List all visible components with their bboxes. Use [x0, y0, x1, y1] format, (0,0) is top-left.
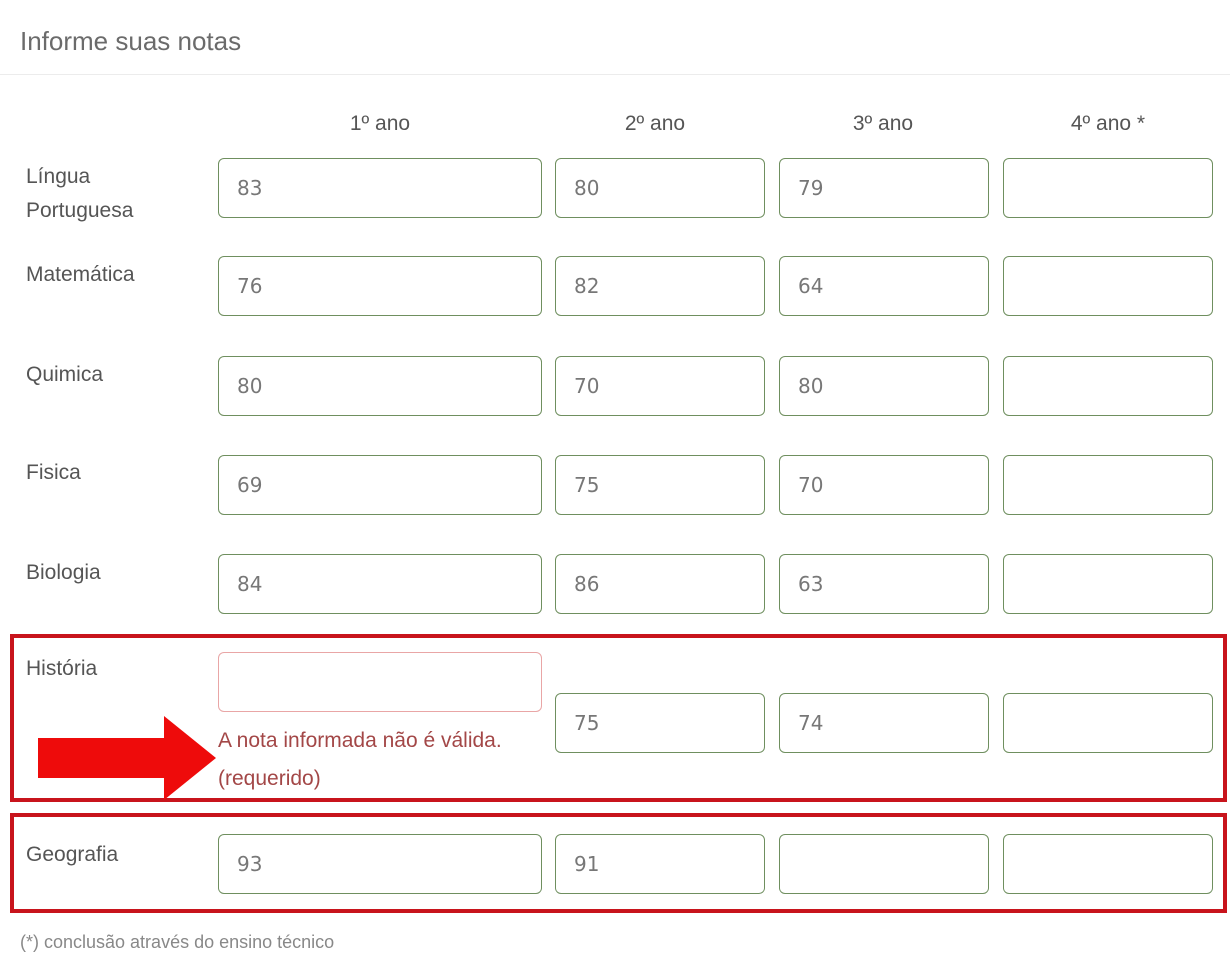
- grade-input-matematica-2[interactable]: [555, 256, 765, 316]
- header-divider: [0, 74, 1230, 75]
- grade-input-quimica-1[interactable]: [218, 356, 542, 416]
- subject-label-line: Língua: [26, 165, 91, 188]
- grade-input-fisica-4[interactable]: [1003, 455, 1213, 515]
- subject-label-line: Biologia: [26, 561, 101, 584]
- subject-label-quimica: Quimica: [26, 358, 103, 392]
- column-header-2: 2º ano: [624, 112, 686, 135]
- grade-input-biologia-2[interactable]: [555, 554, 765, 614]
- subject-label-line: Portuguesa: [26, 199, 134, 222]
- column-header-1: 1º ano: [349, 112, 411, 135]
- grade-input-fisica-1[interactable]: [218, 455, 542, 515]
- subject-label-line: Fisica: [26, 461, 81, 484]
- subject-label-line: Quimica: [26, 363, 104, 386]
- grade-input-quimica-4[interactable]: [1003, 356, 1213, 416]
- grade-input-biologia-3[interactable]: [779, 554, 989, 614]
- column-header-4: 4º ano *: [1070, 112, 1146, 135]
- footnote: (*) conclusão através do ensino técnico: [20, 932, 335, 952]
- grade-input-matematica-4[interactable]: [1003, 256, 1213, 316]
- page-title: Informe suas notas: [20, 26, 242, 56]
- grade-input-quimica-3[interactable]: [779, 356, 989, 416]
- grade-input-biologia-4[interactable]: [1003, 554, 1213, 614]
- grade-input-quimica-2[interactable]: [555, 356, 765, 416]
- grade-input-lingua-portuguesa-2[interactable]: [555, 158, 765, 218]
- column-header-3: 3º ano: [852, 112, 914, 135]
- grade-input-matematica-3[interactable]: [779, 256, 989, 316]
- grade-input-biologia-1[interactable]: [218, 554, 542, 614]
- grade-input-fisica-2[interactable]: [555, 455, 765, 515]
- subject-label-line: Matemática: [26, 263, 135, 286]
- subject-label-lingua-portuguesa: Língua Portuguesa: [26, 160, 133, 228]
- grade-input-lingua-portuguesa-3[interactable]: [779, 158, 989, 218]
- grade-input-fisica-3[interactable]: [779, 455, 989, 515]
- grade-input-lingua-portuguesa-1[interactable]: [218, 158, 542, 218]
- arrow-icon: [38, 716, 216, 800]
- subject-label-matematica: Matemática: [26, 258, 135, 292]
- subject-label-biologia: Biologia: [26, 556, 101, 590]
- highlight-box-geografia: [10, 813, 1227, 913]
- subject-label-fisica: Fisica: [26, 456, 81, 490]
- grade-input-matematica-1[interactable]: [218, 256, 542, 316]
- grade-input-lingua-portuguesa-4[interactable]: [1003, 158, 1213, 218]
